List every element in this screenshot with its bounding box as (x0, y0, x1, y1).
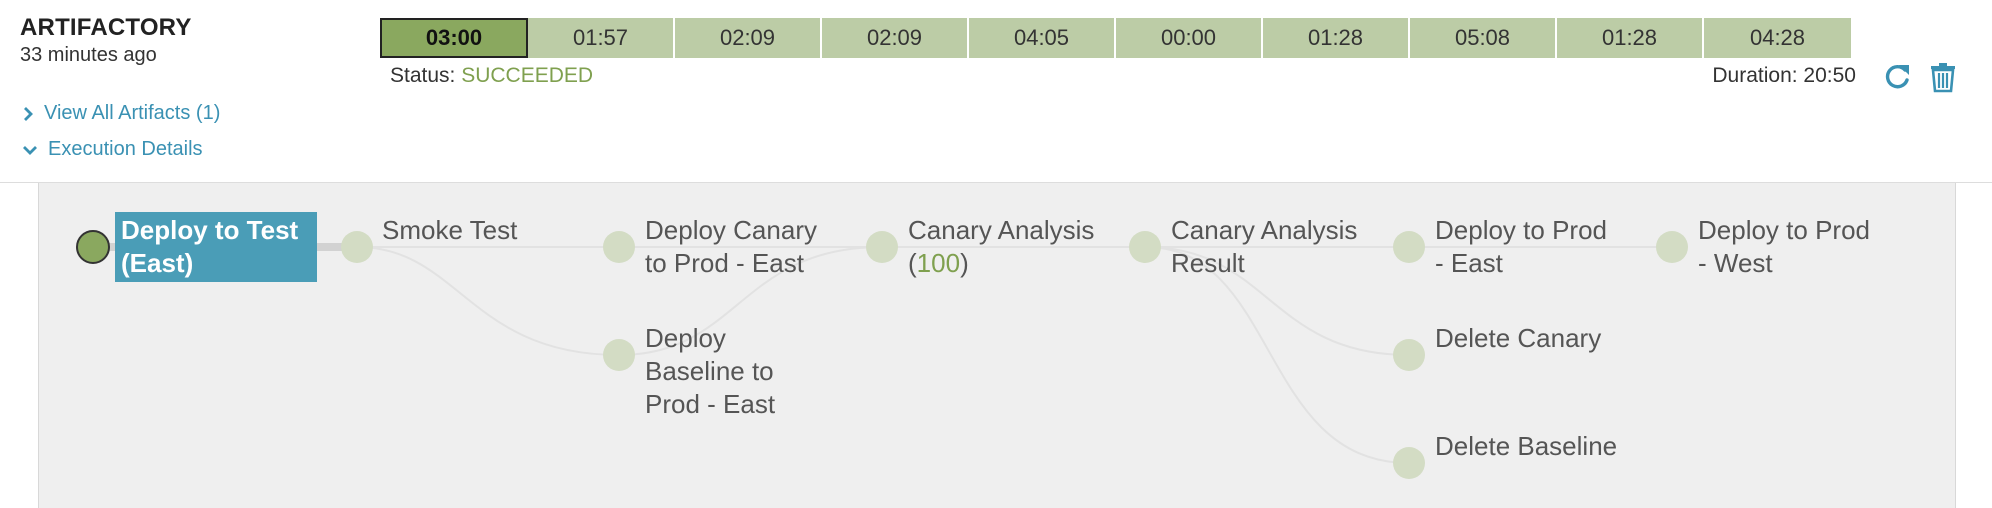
node-canary-analysis[interactable]: Canary Analysis (100) (908, 214, 1094, 280)
pipeline-node-dot[interactable] (1393, 231, 1425, 263)
node-smoke-test[interactable]: Smoke Test (382, 214, 517, 247)
node-label-line: to Prod - East (645, 248, 804, 278)
stage-segment[interactable]: 04:28 (1704, 18, 1851, 58)
execution-duration: Duration: 20:50 (1712, 64, 1856, 87)
node-deploy-prod-east[interactable]: Deploy to Prod - East (1435, 214, 1607, 280)
node-label-line: Deploy to Prod (1698, 215, 1870, 245)
pipeline-node-dot[interactable] (603, 339, 635, 371)
stage-segment[interactable]: 01:28 (1263, 18, 1410, 58)
node-label-line: Smoke Test (382, 215, 518, 245)
status-value: SUCCEEDED (461, 64, 594, 87)
node-label-line: Deploy (645, 323, 726, 353)
pipeline-node-dot[interactable] (1129, 231, 1161, 263)
execution-details-label: Execution Details (48, 138, 203, 160)
node-label-line: (100) (908, 247, 1094, 280)
node-deploy-test-east[interactable]: Deploy to Test (East) (115, 212, 317, 282)
status-label: Status: (390, 64, 456, 87)
pipeline-node-dot[interactable] (866, 231, 898, 263)
stage-segment[interactable]: 01:28 (1557, 18, 1704, 58)
trash-icon[interactable] (1926, 60, 1960, 94)
view-all-artifacts-label: View All Artifacts (1) (44, 102, 221, 124)
node-label-line: - East (1435, 248, 1503, 278)
node-label-line: Deploy to Prod (1435, 215, 1607, 245)
node-label-line: (East) (121, 248, 194, 278)
canary-score: 100 (916, 248, 961, 278)
node-label-line: Delete Baseline (1435, 431, 1618, 461)
stage-segment[interactable]: 05:08 (1410, 18, 1557, 58)
chevron-right-icon (24, 106, 33, 121)
pipeline-node-dot[interactable] (603, 231, 635, 263)
node-delete-canary[interactable]: Delete Canary (1435, 322, 1601, 355)
node-label-line: Deploy Canary (645, 215, 817, 245)
node-label-line: Prod - East (645, 389, 776, 419)
execution-details-toggle[interactable]: Execution Details (22, 138, 203, 161)
stage-segment[interactable]: 04:05 (969, 18, 1116, 58)
node-canary-analysis-result[interactable]: Canary Analysis Result (1171, 214, 1357, 280)
execution-time-ago: 33 minutes ago (20, 44, 157, 66)
node-deploy-baseline[interactable]: Deploy Baseline to Prod - East (645, 322, 775, 421)
stage-segment[interactable]: 03:00 (380, 18, 528, 58)
stage-segment[interactable]: 02:09 (822, 18, 969, 58)
paren-close: ) (960, 248, 969, 278)
node-label-line: Result (1171, 248, 1245, 278)
node-label-line: Canary Analysis (1171, 215, 1358, 245)
chevron-down-icon (23, 145, 37, 155)
view-all-artifacts-link[interactable]: View All Artifacts (1) (22, 102, 220, 125)
pipeline-title: ARTIFACTORY (20, 14, 192, 41)
stage-segment[interactable]: 00:00 (1116, 18, 1263, 58)
node-label-line: Deploy to Test (121, 215, 299, 245)
stage-segment[interactable]: 02:09 (675, 18, 822, 58)
node-deploy-prod-west[interactable]: Deploy to Prod - West (1698, 214, 1870, 280)
pipeline-graph: Deploy to Test (East) Smoke Test Deploy … (38, 183, 1956, 508)
node-label-line: Delete Canary (1435, 323, 1602, 353)
pipeline-node-dot[interactable] (341, 231, 373, 263)
pipeline-node-dot[interactable] (76, 230, 110, 264)
pipeline-node-dot[interactable] (1393, 339, 1425, 371)
paren-open: ( (908, 248, 917, 278)
pipeline-node-dot[interactable] (1656, 231, 1688, 263)
node-delete-baseline[interactable]: Delete Baseline (1435, 430, 1617, 463)
node-label-line: Canary Analysis (908, 215, 1095, 245)
node-label-line: Baseline to (645, 356, 774, 386)
refresh-icon[interactable] (1880, 60, 1914, 94)
node-label-line: - West (1698, 248, 1773, 278)
stage-progress-bar: 03:00 01:57 02:09 02:09 04:05 00:00 01:2… (380, 18, 1851, 58)
execution-status: Status: SUCCEEDED (390, 64, 593, 88)
pipeline-node-dot[interactable] (1393, 447, 1425, 479)
node-deploy-canary[interactable]: Deploy Canary to Prod - East (645, 214, 817, 280)
stage-segment[interactable]: 01:57 (528, 18, 675, 58)
